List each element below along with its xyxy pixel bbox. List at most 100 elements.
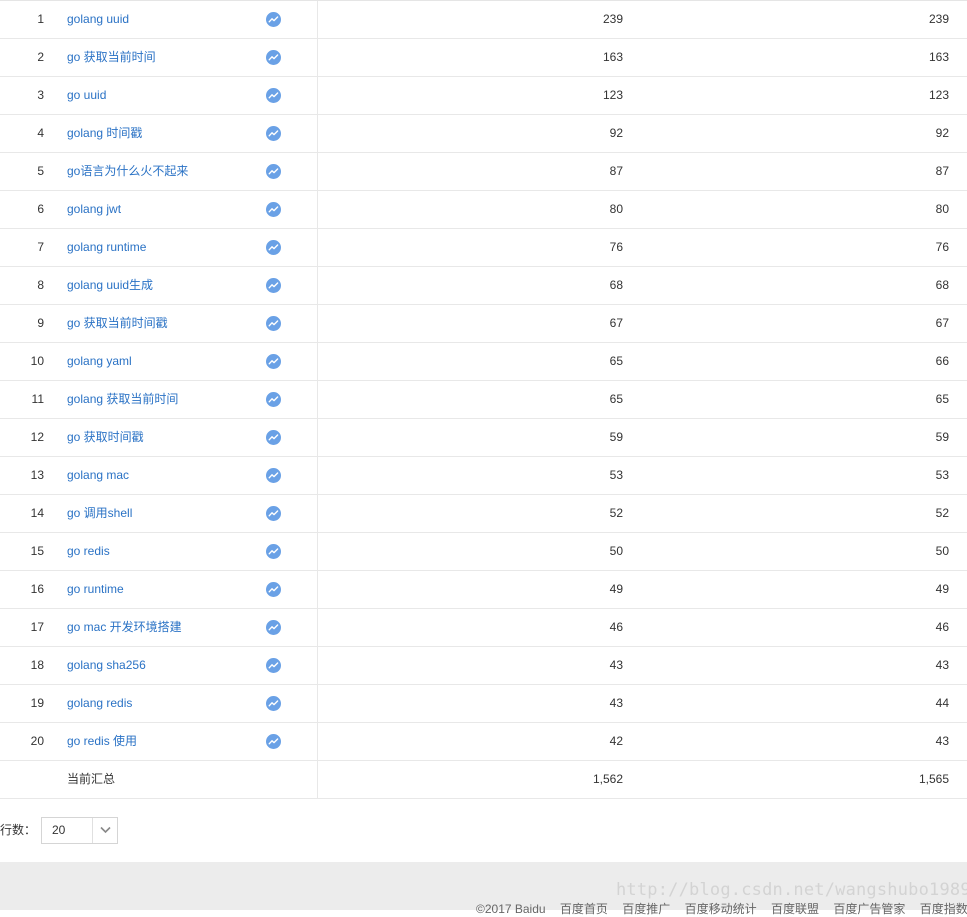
keyword-link[interactable]: go 获取时间戳: [67, 419, 144, 456]
value-cell: 59: [609, 430, 623, 444]
keyword-link[interactable]: go 调用shell: [67, 495, 132, 532]
value-cell: 53: [935, 468, 949, 482]
column-divider: [317, 77, 318, 114]
trend-button[interactable]: [266, 685, 281, 722]
rank-cell: 9: [37, 316, 44, 330]
value-cell: 123: [602, 88, 623, 102]
table-row: 10 golang yaml 65 66: [0, 343, 967, 381]
rows-per-page: 行数： 20: [0, 817, 200, 844]
keyword-link[interactable]: go 获取当前时间戳: [67, 305, 168, 342]
keyword-link[interactable]: golang 时间戳: [67, 115, 142, 152]
column-divider: [317, 381, 318, 418]
column-divider: [317, 419, 318, 456]
trend-button[interactable]: [266, 229, 281, 266]
keyword-link[interactable]: go uuid: [67, 77, 106, 114]
value-cell: 80: [935, 202, 949, 216]
trend-chart-icon: [266, 544, 281, 559]
keyword-link[interactable]: golang mac: [67, 457, 129, 494]
footer-link-ad-manager[interactable]: 百度广告管家: [833, 902, 905, 916]
table-row: 5 go语言为什么火不起来 87 87: [0, 153, 967, 191]
rows-per-page-select[interactable]: 20: [41, 817, 118, 844]
trend-button[interactable]: [266, 647, 281, 684]
trend-button[interactable]: [266, 191, 281, 228]
keyword-table: 1 golang uuid 239 239 2 go 获取当前时间 163 163 3 go uu…: [0, 0, 967, 799]
trend-button[interactable]: [266, 153, 281, 190]
keyword-link[interactable]: go 获取当前时间: [67, 39, 156, 76]
rows-per-page-label: 行数：: [0, 823, 37, 837]
footer: http://blog.csdn.net/wangshubo1989 ©2017…: [0, 862, 967, 916]
footer-link-home[interactable]: 百度首页: [560, 902, 608, 916]
trend-button[interactable]: [266, 343, 281, 380]
trend-chart-icon: [266, 278, 281, 293]
trend-button[interactable]: [266, 495, 281, 532]
trend-button[interactable]: [266, 381, 281, 418]
keyword-link[interactable]: golang 获取当前时间: [67, 381, 178, 418]
trend-button[interactable]: [266, 723, 281, 760]
keyword-link[interactable]: golang uuid: [67, 1, 129, 38]
keyword-link[interactable]: go redis: [67, 533, 110, 570]
rank-cell: 13: [30, 468, 44, 482]
trend-button[interactable]: [266, 39, 281, 76]
footer-link-promotion[interactable]: 百度推广: [622, 902, 670, 916]
rank-cell: 11: [31, 392, 44, 406]
trend-button[interactable]: [266, 305, 281, 342]
table-row: 18 golang sha256 43 43: [0, 647, 967, 685]
table-row: 12 go 获取时间戳 59 59: [0, 419, 967, 457]
value-cell: 92: [609, 126, 623, 140]
chevron-down-icon[interactable]: [92, 818, 118, 843]
keyword-link[interactable]: go redis 使用: [67, 723, 137, 760]
copyright: ©2017 Baidu: [476, 902, 546, 916]
table-row: 7 golang runtime 76 76: [0, 229, 967, 267]
value-cell: 43: [609, 696, 623, 710]
column-divider: [317, 685, 318, 722]
trend-button[interactable]: [266, 77, 281, 114]
rank-cell: 15: [30, 544, 44, 558]
column-divider: [317, 191, 318, 228]
value-cell: 76: [609, 240, 623, 254]
trend-button[interactable]: [266, 571, 281, 608]
value-cell: 65: [609, 354, 623, 368]
keyword-link[interactable]: go mac 开发环境搭建: [67, 609, 182, 646]
trend-chart-icon: [266, 506, 281, 521]
footer-link-mobile-stats[interactable]: 百度移动统计: [685, 902, 757, 916]
value-cell: 52: [609, 506, 623, 520]
keyword-link[interactable]: golang runtime: [67, 229, 146, 266]
value-cell: 43: [609, 658, 623, 672]
column-divider: [317, 153, 318, 190]
column-divider: [317, 115, 318, 152]
footer-link-union[interactable]: 百度联盟: [771, 902, 819, 916]
keyword-link[interactable]: go语言为什么火不起来: [67, 153, 188, 190]
trend-button[interactable]: [266, 115, 281, 152]
value-cell: 66: [935, 354, 949, 368]
rows-per-page-value: 20: [52, 823, 66, 837]
footer-link-index[interactable]: 百度指数: [920, 902, 967, 916]
value-cell: 53: [609, 468, 623, 482]
value-cell: 43: [935, 658, 949, 672]
value-cell: 163: [602, 50, 623, 64]
keyword-link[interactable]: go runtime: [67, 571, 124, 608]
keyword-link[interactable]: golang redis: [67, 685, 132, 722]
trend-button[interactable]: [266, 533, 281, 570]
trend-button[interactable]: [266, 1, 281, 38]
trend-button[interactable]: [266, 457, 281, 494]
keyword-link[interactable]: golang yaml: [67, 343, 132, 380]
value-cell: 68: [935, 278, 949, 292]
total-label: 当前汇总: [67, 772, 116, 786]
trend-button[interactable]: [266, 267, 281, 304]
trend-button[interactable]: [266, 419, 281, 456]
column-divider: [317, 723, 318, 760]
keyword-link[interactable]: golang uuid生成: [67, 267, 153, 304]
table-row: 20 go redis 使用 42 43: [0, 723, 967, 761]
keyword-link[interactable]: golang sha256: [67, 647, 146, 684]
trend-chart-icon: [266, 354, 281, 369]
trend-chart-icon: [266, 658, 281, 673]
trend-button[interactable]: [266, 609, 281, 646]
column-divider: [317, 229, 318, 266]
rank-cell: 14: [30, 506, 44, 520]
trend-chart-icon: [266, 734, 281, 749]
value-cell: 49: [935, 582, 949, 596]
rank-cell: 10: [30, 354, 44, 368]
value-cell: 87: [935, 164, 949, 178]
keyword-link[interactable]: golang jwt: [67, 191, 121, 228]
value-cell: 76: [935, 240, 949, 254]
